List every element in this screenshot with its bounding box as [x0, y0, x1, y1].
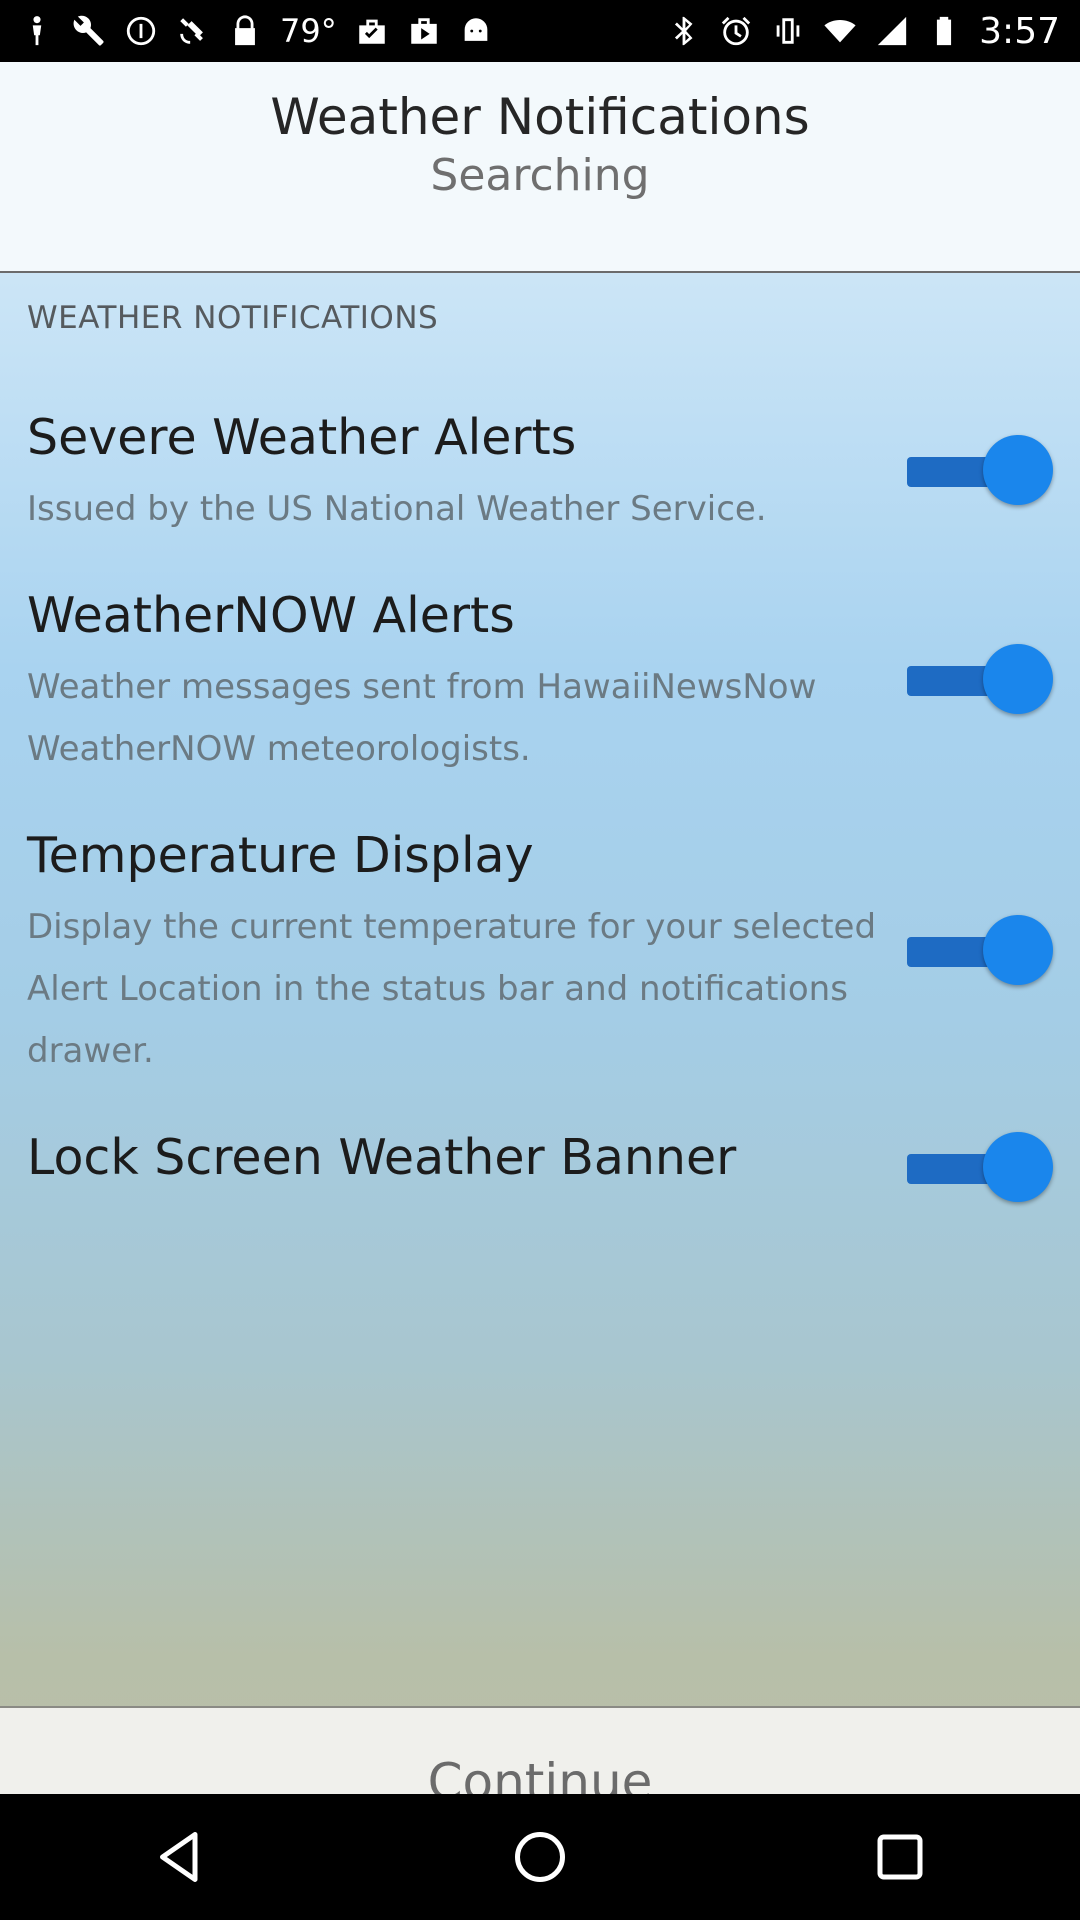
- section-header: WEATHER NOTIFICATIONS: [27, 300, 439, 336]
- alarm-icon: [719, 14, 753, 48]
- recents-icon[interactable]: [865, 1822, 935, 1892]
- wrench-icon: [72, 14, 106, 48]
- toggle-thumb: [983, 435, 1053, 505]
- setting-title: Temperature Display: [27, 827, 534, 884]
- status-bar: 79° 3:57: [0, 0, 1080, 62]
- android-icon: [459, 14, 493, 48]
- minus-circle-icon: [124, 14, 158, 48]
- temperature-display-toggle[interactable]: [905, 913, 1055, 987]
- app-header: Weather Notifications Searching: [0, 62, 1080, 273]
- lock-icon: [228, 14, 262, 48]
- vibrate-icon: [771, 14, 805, 48]
- setting-weathernow-alerts[interactable]: WeatherNOW Alerts Weather messages sent …: [27, 587, 1053, 787]
- setting-description: Weather messages sent from HawaiiNewsNow…: [27, 667, 817, 769]
- weathernow-alerts-toggle[interactable]: [905, 642, 1055, 716]
- back-icon[interactable]: [145, 1822, 215, 1892]
- play-store-icon: [407, 14, 441, 48]
- setting-description: Display the current temperature for your…: [27, 907, 877, 1071]
- status-left: 79°: [20, 12, 493, 50]
- checked-bag-icon: [355, 14, 389, 48]
- settings-screen: Weather Notifications Searching WEATHER …: [0, 62, 1080, 1856]
- setting-lock-screen-weather-banner[interactable]: Lock Screen Weather Banner: [27, 1129, 1053, 1219]
- setting-temperature-display[interactable]: Temperature Display Display the current …: [27, 827, 1053, 1087]
- status-temperature: 79°: [280, 12, 337, 50]
- severe-weather-alerts-toggle[interactable]: [905, 433, 1055, 507]
- toggle-thumb: [983, 915, 1053, 985]
- page-subtitle: Searching: [430, 150, 650, 201]
- setting-severe-weather-alerts[interactable]: Severe Weather Alerts Issued by the US N…: [27, 409, 1053, 559]
- setting-title: Severe Weather Alerts: [27, 409, 577, 466]
- home-icon[interactable]: [505, 1822, 575, 1892]
- toggle-thumb: [983, 1132, 1053, 1202]
- status-right: 3:57: [667, 11, 1060, 52]
- status-time: 3:57: [979, 10, 1060, 52]
- satellite-icon: [176, 14, 210, 48]
- signal-icon: [875, 14, 909, 48]
- setting-description: Issued by the US National Weather Servic…: [27, 489, 767, 529]
- lock-screen-weather-banner-toggle[interactable]: [905, 1130, 1055, 1204]
- wifi-icon: [823, 14, 857, 48]
- battery-icon: [927, 14, 961, 48]
- page-title: Weather Notifications: [270, 88, 810, 146]
- toggle-thumb: [983, 644, 1053, 714]
- setting-title: WeatherNOW Alerts: [27, 587, 515, 644]
- bluetooth-icon: [667, 14, 701, 48]
- person-icon: [20, 14, 54, 48]
- setting-title: Lock Screen Weather Banner: [27, 1129, 737, 1186]
- navigation-bar: [0, 1794, 1080, 1920]
